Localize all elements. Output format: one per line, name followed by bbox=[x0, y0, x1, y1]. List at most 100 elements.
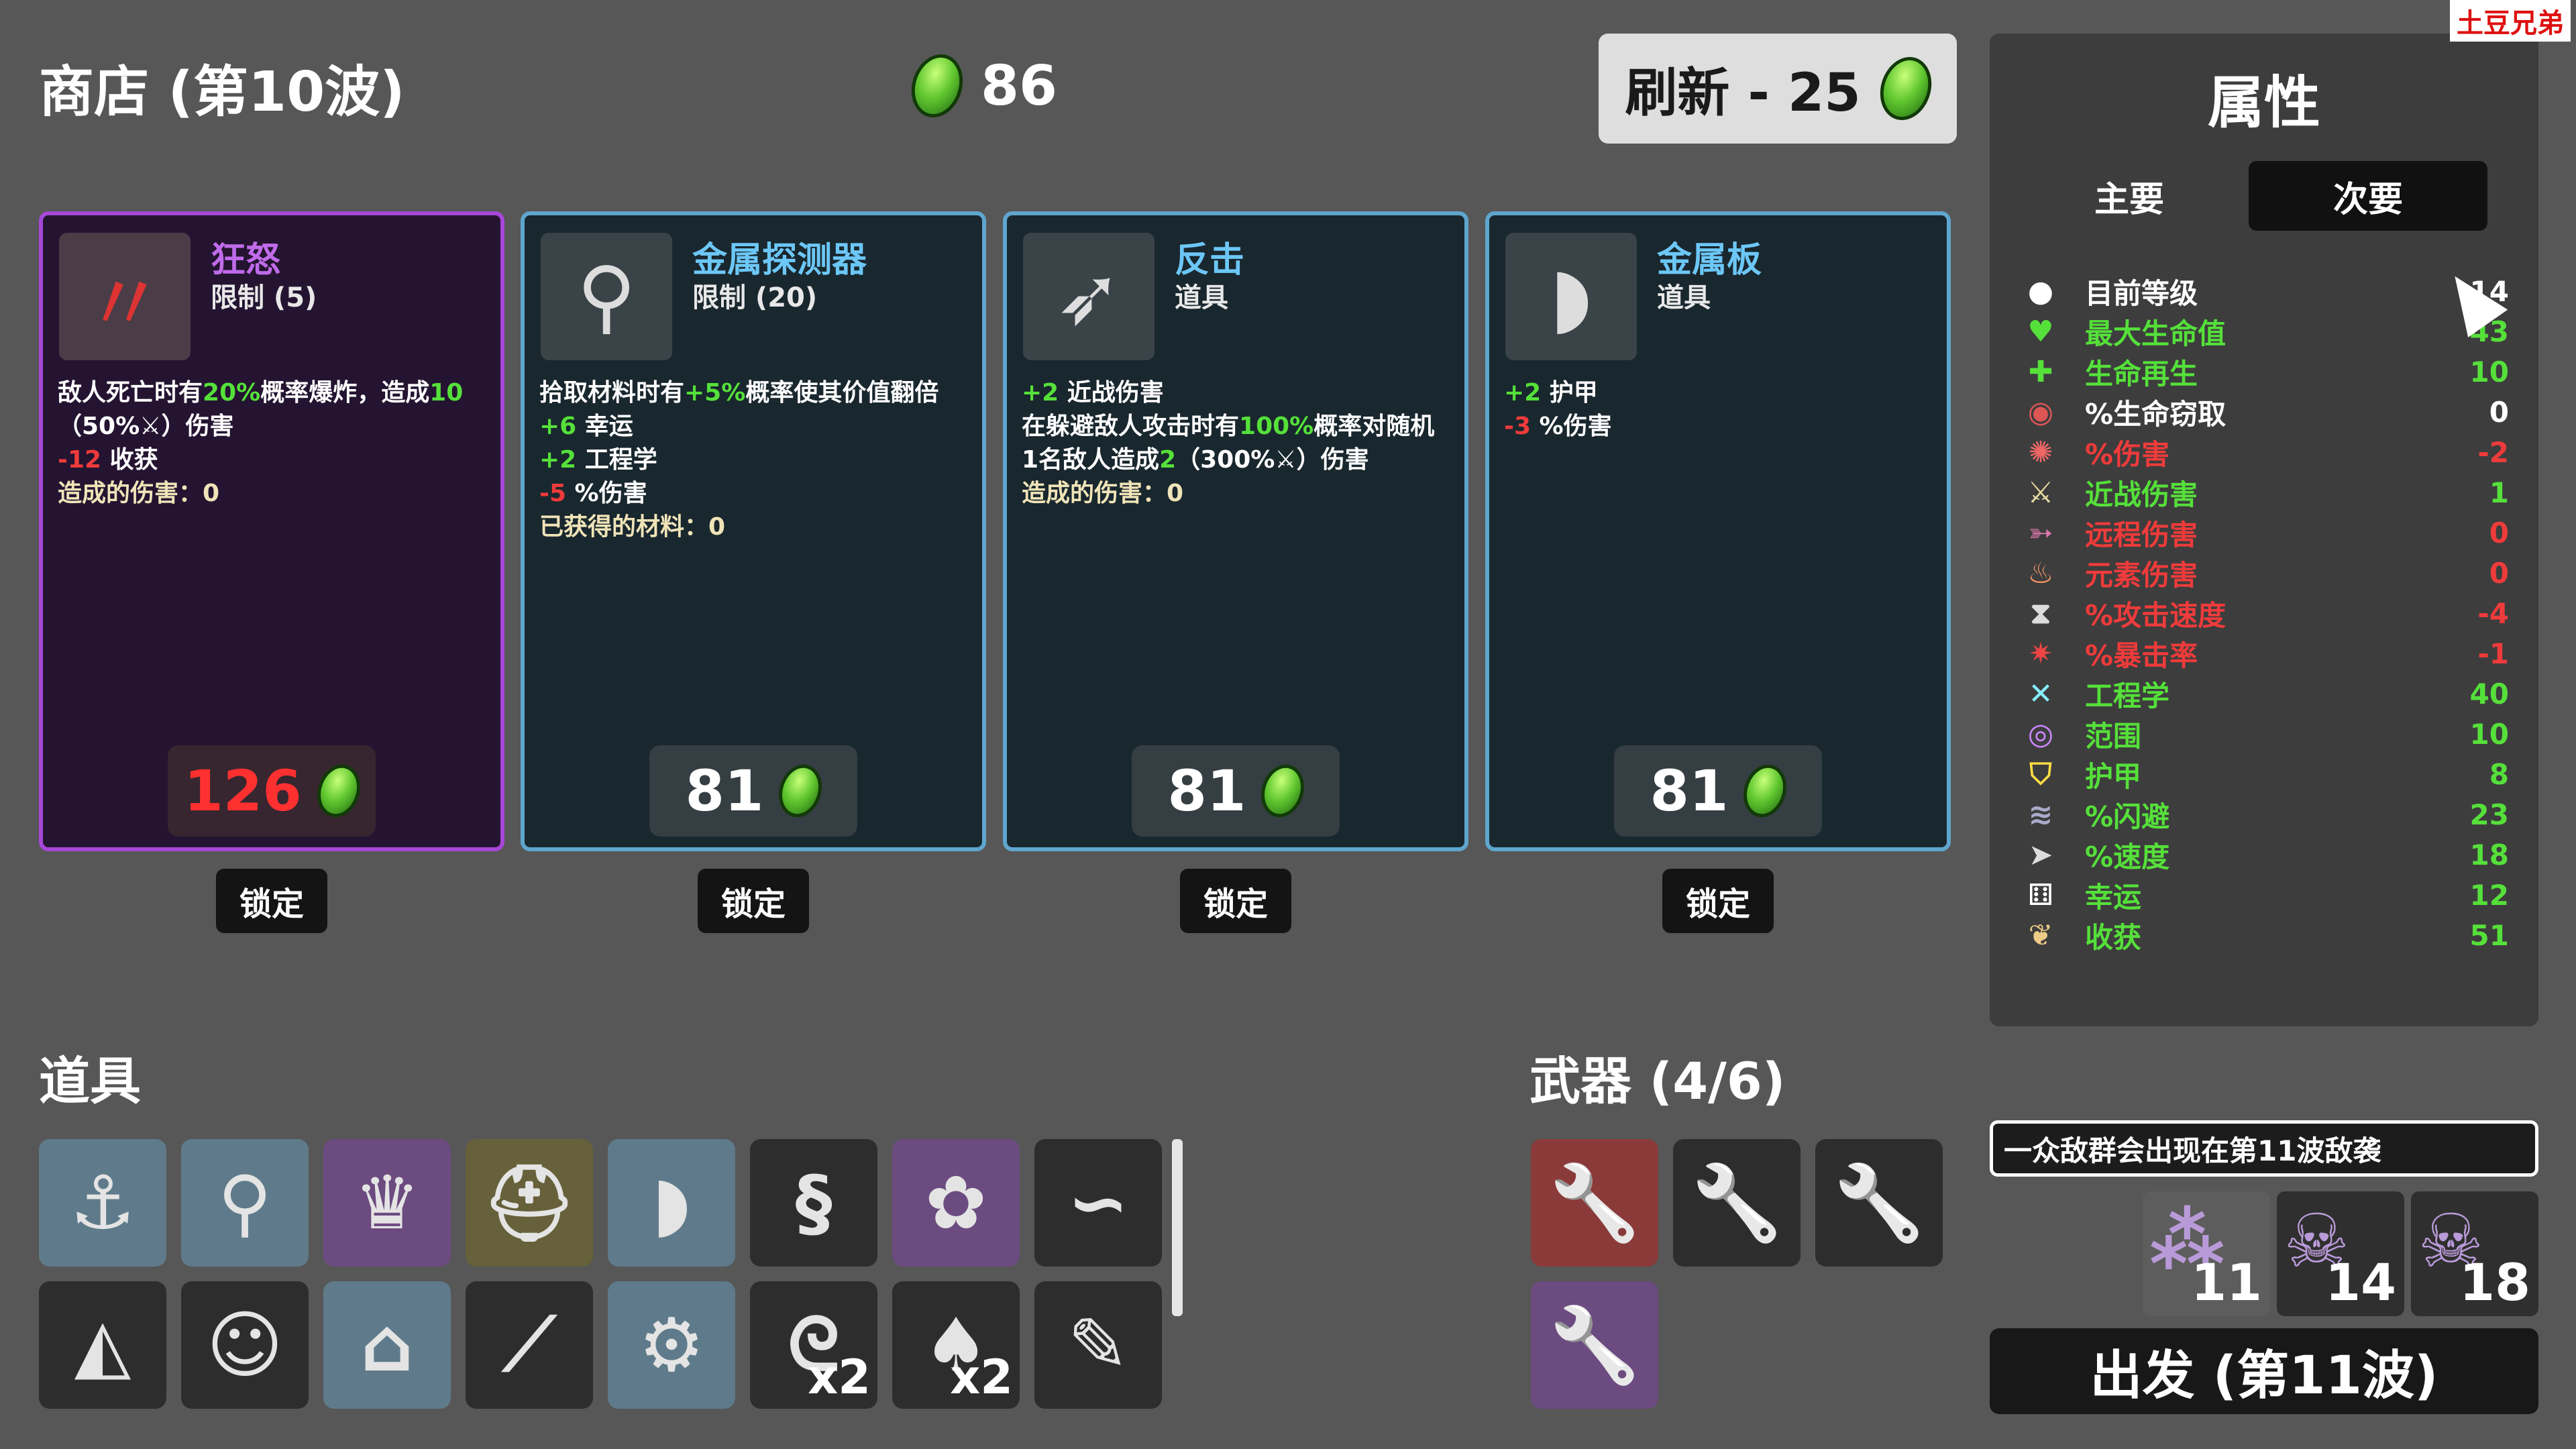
brain-icon: ✿ bbox=[924, 1160, 987, 1246]
description-text: +2 bbox=[1022, 379, 1059, 407]
item-slot[interactable]: ⟋ bbox=[466, 1281, 593, 1409]
card-price: 81 bbox=[649, 745, 857, 837]
syringe-icon: ⟋ bbox=[503, 1301, 555, 1387]
description-text: ）伤害 bbox=[161, 413, 234, 440]
stat-label: 护甲 bbox=[2085, 759, 2142, 793]
stat-label: 近战伤害 bbox=[2085, 478, 2198, 511]
stat-value: 0 bbox=[2489, 395, 2509, 429]
description-line: 在躲避敌人攻击时有100%概率对随机 bbox=[1022, 410, 1451, 443]
melee-icon: ⚔ bbox=[1275, 446, 1297, 474]
item-slot[interactable]: ⚙ bbox=[608, 1281, 735, 1409]
refresh-button[interactable]: 刷新 - 25 bbox=[1599, 34, 1957, 144]
card-description: 拾取材料时有+5%概率使其价值翻倍 +6 幸运 +2 工程学 -5 %伤害 已获得的材料… bbox=[539, 376, 969, 544]
description-text: （50% bbox=[58, 413, 140, 440]
items-section-title: 道具 bbox=[39, 1051, 141, 1111]
item-slot[interactable]: ✿ bbox=[892, 1139, 1020, 1267]
description-line: +2 近战伤害 bbox=[1022, 376, 1451, 410]
monkey-icon: ☺ bbox=[206, 1302, 284, 1388]
description-text: 2 bbox=[1159, 446, 1177, 474]
crown-icon: ♛ bbox=[354, 1160, 421, 1246]
factory-icon: ⌂ bbox=[360, 1302, 414, 1388]
item-slot[interactable]: § bbox=[750, 1139, 877, 1267]
weapon-slot[interactable]: 🔧 bbox=[1815, 1139, 1943, 1267]
description-text: 护甲 bbox=[1541, 379, 1598, 407]
stat-row: ♥ 最大生命值 43 bbox=[2023, 311, 2509, 352]
card-price: 81 bbox=[1132, 745, 1340, 837]
enemy-count: 14 bbox=[2325, 1252, 2396, 1312]
tab-secondary[interactable]: 次要 bbox=[2249, 161, 2487, 231]
item-slot[interactable]: ⚓ bbox=[39, 1139, 166, 1267]
item-slot[interactable]: ⌂ bbox=[323, 1281, 451, 1409]
stat-row: ⧗ %攻击速度 -4 bbox=[2023, 593, 2509, 633]
stat-value: -4 bbox=[2477, 596, 2509, 630]
shop-card[interactable]: ◗ 金属板 道具 +2 护甲 -3 %伤害 81 bbox=[1485, 211, 1951, 851]
start-wave-button[interactable]: 出发 (第11波) bbox=[1990, 1328, 2538, 1414]
price-value: 81 bbox=[1167, 758, 1246, 824]
stat-label: 元素伤害 bbox=[2085, 558, 2198, 592]
description-line: 1名敌人造成2（300%⚔）伤害 bbox=[1022, 443, 1451, 477]
item-slot[interactable]: ᘓ x2 bbox=[750, 1281, 877, 1409]
tab-primary[interactable]: 主要 bbox=[2010, 161, 2249, 231]
card-name: 反击 bbox=[1175, 240, 1245, 280]
wrench-icon: 🔧 bbox=[1833, 1159, 1925, 1246]
shop-card[interactable]: ⚲ 金属探测器 限制 (20) 拾取材料时有+5%概率使其价值翻倍 +6 幸运 +2 工程… bbox=[521, 211, 986, 851]
lock-button[interactable]: 锁定 bbox=[1180, 869, 1291, 933]
description-text: 幸运 bbox=[576, 413, 633, 440]
card-subtitle: 道具 bbox=[1657, 282, 1711, 313]
stat-row: ✷ %暴击率 -1 bbox=[2023, 633, 2509, 674]
item-slot[interactable]: ⚲ bbox=[181, 1139, 309, 1267]
item-slot[interactable]: ♛ bbox=[323, 1139, 451, 1267]
stat-row: ◉ %生命窃取 0 bbox=[2023, 392, 2509, 432]
shop-card[interactable]: ➶ 反击 道具 +2 近战伤害 在躲避敌人攻击时有100%概率对随机 1名敌人造成2（30… bbox=[1003, 211, 1468, 851]
lock-button[interactable]: 锁定 bbox=[216, 869, 327, 933]
stat-value: 12 bbox=[2469, 878, 2509, 912]
price-value: 81 bbox=[1650, 758, 1729, 824]
item-slot[interactable]: ♠ x2 bbox=[892, 1281, 1020, 1409]
counter-attack-icon: ➶ bbox=[1023, 233, 1155, 360]
snake-icon: § bbox=[795, 1160, 833, 1246]
description-line: 造成的伤害：0 bbox=[1022, 477, 1451, 511]
description-text: 造成的伤害：0 bbox=[58, 480, 220, 507]
weapon-slot[interactable]: 🔧 bbox=[1531, 1281, 1658, 1409]
description-text: 概率使其价值翻倍 bbox=[745, 379, 939, 407]
weapon-slot[interactable]: 🔧 bbox=[1673, 1139, 1801, 1267]
stat-label: 生命再生 bbox=[2085, 357, 2198, 390]
stat-row: ✺ %伤害 -2 bbox=[2023, 432, 2509, 472]
item-slot[interactable]: ☺ bbox=[181, 1281, 309, 1409]
card-name: 金属板 bbox=[1657, 240, 1762, 280]
lock-button[interactable]: 锁定 bbox=[698, 869, 809, 933]
shop-title: 商店 (第10波) bbox=[39, 60, 405, 124]
description-text: 已获得的材料：0 bbox=[539, 513, 726, 541]
item-slot[interactable]: ✎ bbox=[1034, 1281, 1162, 1409]
item-slot[interactable]: ◗ bbox=[608, 1139, 735, 1267]
stats-panel: 属性 主要 次要 ● 目前等级 14 ♥ 最大生命值 43 ✚ 生命再生 10 ◉ %生命窃取 0 ✺%… bbox=[1990, 34, 2538, 1026]
description-text: -12 bbox=[58, 446, 102, 474]
description-line: -5 %伤害 bbox=[539, 477, 969, 511]
lizard-icon: ∽ bbox=[1067, 1160, 1130, 1246]
weapon-slot[interactable]: 🔧 bbox=[1531, 1139, 1658, 1267]
elemental-icon: ♨ bbox=[2027, 555, 2054, 590]
gold-counter: 86 bbox=[903, 47, 1057, 125]
item-slot[interactable]: ⛑ bbox=[466, 1139, 593, 1267]
stat-row: ✕ 工程学 40 bbox=[2023, 674, 2509, 714]
shop-card[interactable]: 〃狂怒 限制 (5) 敌人死亡时有20%概率爆炸，造成10 （50%⚔）伤害 -12 收… bbox=[39, 211, 504, 851]
description-line: +2 护甲 bbox=[1504, 376, 1933, 410]
stat-value: 18 bbox=[2469, 838, 2509, 871]
stat-value: 51 bbox=[2469, 918, 2509, 952]
items-scrollbar[interactable] bbox=[1172, 1139, 1183, 1316]
wrench-icon: 🔧 bbox=[1690, 1159, 1783, 1246]
card-price: 81 bbox=[1614, 745, 1822, 837]
stat-value: 8 bbox=[2489, 757, 2509, 791]
item-slot[interactable]: ◭ bbox=[39, 1281, 166, 1409]
material-icon bbox=[772, 759, 829, 823]
material-icon bbox=[310, 759, 367, 823]
description-line: -3 %伤害 bbox=[1504, 410, 1933, 443]
item-slot[interactable]: ∽ bbox=[1034, 1139, 1162, 1267]
description-text: 概率对随机 bbox=[1313, 413, 1435, 440]
stat-value: -2 bbox=[2477, 435, 2509, 469]
description-text: -3 bbox=[1504, 413, 1531, 440]
description-text: +2 bbox=[539, 446, 577, 474]
lock-button[interactable]: 锁定 bbox=[1662, 869, 1774, 933]
helmet-icon: ⛑ bbox=[482, 1159, 576, 1246]
stat-label: 最大生命值 bbox=[2085, 317, 2226, 350]
